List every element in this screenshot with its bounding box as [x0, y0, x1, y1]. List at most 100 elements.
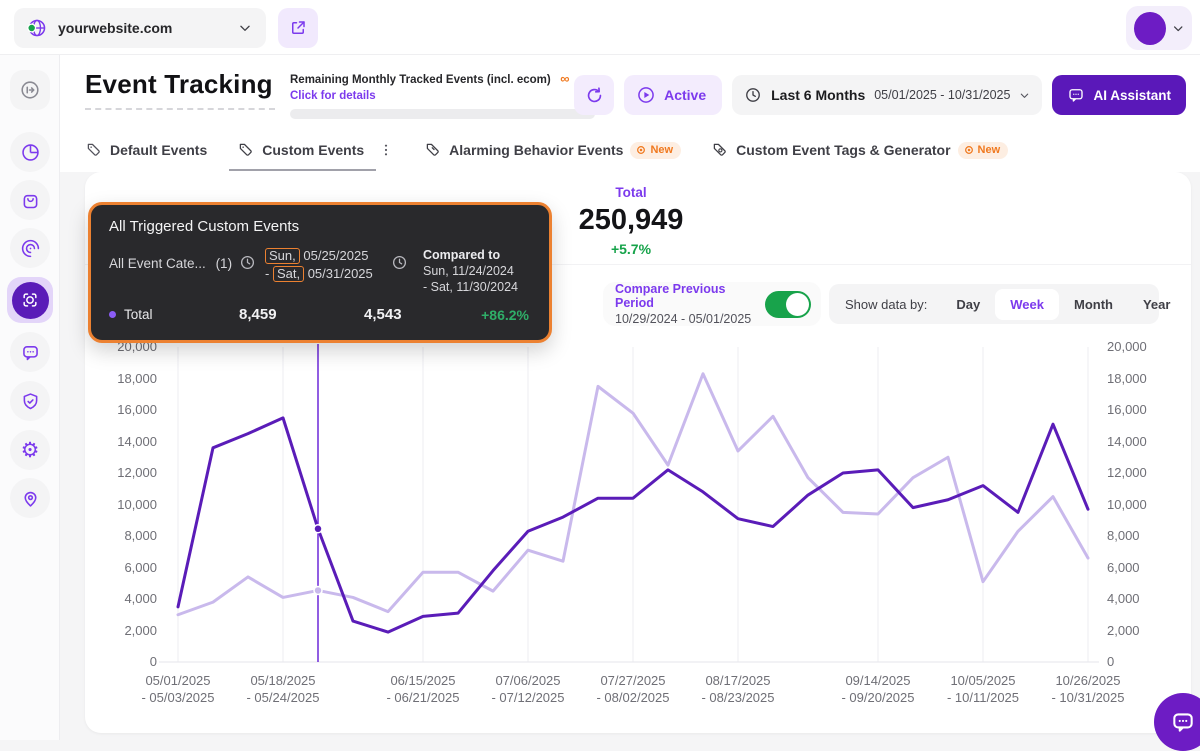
range-separator: -: [265, 266, 273, 281]
total-summary: Total 250,949 +5.7%: [531, 185, 731, 257]
support-chat-fab[interactable]: [1154, 693, 1200, 751]
x-axis-tick: 10/26/2025- 10/31/2025: [1026, 672, 1150, 706]
tab-label: Default Events: [110, 142, 207, 158]
sidebar-item-ecommerce[interactable]: [10, 180, 50, 220]
sidebar-item-feedback[interactable]: [10, 332, 50, 372]
x-axis-tick: 08/17/2025- 08/23/2025: [676, 672, 800, 706]
site-name: yourwebsite.com: [58, 20, 228, 36]
tab-alarming-behavior-events[interactable]: Alarming Behavior Events New: [424, 137, 681, 163]
y-axis-tick: 6,000: [1107, 560, 1140, 575]
clock-icon: [391, 254, 408, 271]
tooltip-category: All Event Cate... (1): [109, 247, 239, 295]
date-range-value: 05/01/2025 - 10/31/2025: [874, 88, 1010, 102]
show-data-by-label: Show data by:: [845, 297, 927, 312]
tab-custom-events[interactable]: Custom Events: [237, 137, 364, 163]
site-selector[interactable]: yourwebsite.com: [14, 8, 266, 48]
y-axis-tick: 12,000: [117, 465, 157, 480]
refresh-button[interactable]: [574, 75, 614, 115]
new-badge: New: [630, 142, 681, 159]
sidebar: ⚙: [0, 55, 60, 740]
tooltip-category-name: All Event Cate...: [109, 256, 206, 271]
compared-line2: - Sat, 11/30/2024: [423, 279, 518, 295]
location-pin-icon: [20, 488, 41, 509]
total-summary-change: +5.7%: [531, 241, 731, 257]
tooltip-clock: [391, 247, 417, 295]
tab-default-events[interactable]: Default Events: [85, 137, 207, 163]
shield-check-icon: [20, 391, 41, 412]
series-label: Total: [124, 307, 153, 322]
x-axis-tick: 05/18/2025- 05/24/2025: [221, 672, 345, 706]
tag-generator-icon: [711, 141, 729, 159]
event-target-icon: [20, 290, 40, 310]
compared-line1: Sun, 11/24/2024: [423, 263, 518, 279]
tooltip-period-row: All Event Cate... (1) Sun, 05/25/2025 - …: [109, 247, 529, 295]
tooltip-previous-value: 4,543: [364, 306, 402, 323]
chat-bubble-icon: [1170, 709, 1196, 735]
tab-custom-event-tags-generator[interactable]: Custom Event Tags & Generator New: [711, 137, 1008, 163]
remaining-events-block: Remaining Monthly Tracked Events (incl. …: [290, 70, 602, 119]
compare-previous-period: Compare Previous Period 10/29/2024 - 05/…: [603, 282, 821, 326]
clock-icon: [744, 86, 762, 104]
chevron-down-icon: [1019, 90, 1030, 101]
tooltip-current-value: 8,459: [239, 306, 364, 323]
tooltip-category-count: (1): [216, 256, 233, 271]
tooltip-change: +86.2%: [481, 307, 529, 323]
sidebar-collapse-button[interactable]: [10, 70, 50, 110]
sidebar-item-settings[interactable]: ⚙: [10, 430, 50, 470]
y-axis-tick: 18,000: [117, 371, 157, 386]
y-axis-tick: 8,000: [1107, 528, 1140, 543]
granularity-option-day[interactable]: Day: [941, 289, 995, 320]
y-axis-tick: 12,000: [1107, 465, 1147, 480]
new-dot-icon: [964, 145, 974, 155]
new-badge: New: [958, 142, 1009, 159]
y-axis-tick: 0: [150, 654, 157, 669]
account-menu[interactable]: [1126, 6, 1192, 50]
page: { "top_bar": { "site_selector": { "label…: [0, 0, 1200, 740]
y-axis-tick: 20,000: [1107, 339, 1147, 354]
y-axis-tick: 8,000: [124, 528, 157, 543]
external-link-icon: [289, 19, 307, 37]
date-range-picker[interactable]: Last 6 Months 05/01/2025 - 10/31/2025: [732, 75, 1042, 115]
y-axis-tick: 2,000: [124, 623, 157, 638]
sidebar-item-privacy[interactable]: [10, 381, 50, 421]
tooltip-current-range: Sun, 05/25/2025 - Sat, 05/31/2025: [265, 247, 381, 295]
y-axis-tick: 14,000: [117, 434, 157, 449]
y-axis-tick: 18,000: [1107, 371, 1147, 386]
tab-label: Custom Event Tags & Generator: [736, 142, 950, 158]
spiral-icon: [20, 238, 41, 259]
tracking-status-label: Active: [664, 87, 706, 103]
ai-chat-icon: [1067, 86, 1085, 104]
day-end-highlight: Sat,: [273, 266, 304, 282]
sidebar-item-event-tracking[interactable]: [7, 277, 53, 323]
pie-chart-icon: [20, 142, 41, 163]
y-axis-tick: 4,000: [1107, 591, 1140, 606]
panel-expand-icon: [19, 79, 41, 101]
tracking-status-button[interactable]: Active: [624, 75, 722, 115]
top-bar: yourwebsite.com: [0, 0, 1200, 55]
y-axis-tick: 4,000: [124, 591, 157, 606]
page-header: Event Tracking Remaining Monthly Tracked…: [60, 55, 1200, 172]
tooltip-values-row: Total 8,459 4,543 +86.2%: [109, 306, 529, 323]
click-for-details-link[interactable]: Click for details: [290, 90, 602, 102]
sidebar-item-sessions[interactable]: [10, 228, 50, 268]
y-axis-tick: 6,000: [124, 560, 157, 575]
compared-to-label: Compared to: [423, 247, 518, 263]
granularity-option-week[interactable]: Week: [995, 289, 1059, 320]
compare-toggle[interactable]: [765, 291, 811, 318]
custom-events-menu-button[interactable]: [378, 142, 394, 158]
remaining-events-progressbar: [290, 109, 595, 119]
chevron-down-icon: [238, 21, 252, 35]
y-axis-tick: 0: [1107, 654, 1114, 669]
ai-assistant-button[interactable]: AI Assistant: [1052, 75, 1186, 115]
tooltip-clock: [239, 247, 265, 295]
chevron-down-icon: [1172, 22, 1184, 35]
chat-bubble-icon: [20, 342, 41, 363]
infinity-icon: ∞: [560, 71, 569, 86]
tooltip-compared-range: Compared to Sun, 11/24/2024 - Sat, 11/30…: [423, 247, 518, 295]
sidebar-item-analytics[interactable]: [10, 132, 50, 172]
compare-label: Compare Previous Period: [615, 282, 755, 310]
shopping-bag-icon: [20, 190, 41, 211]
open-site-button[interactable]: [278, 8, 318, 48]
sidebar-item-location[interactable]: [10, 478, 50, 518]
refresh-icon: [585, 86, 604, 105]
